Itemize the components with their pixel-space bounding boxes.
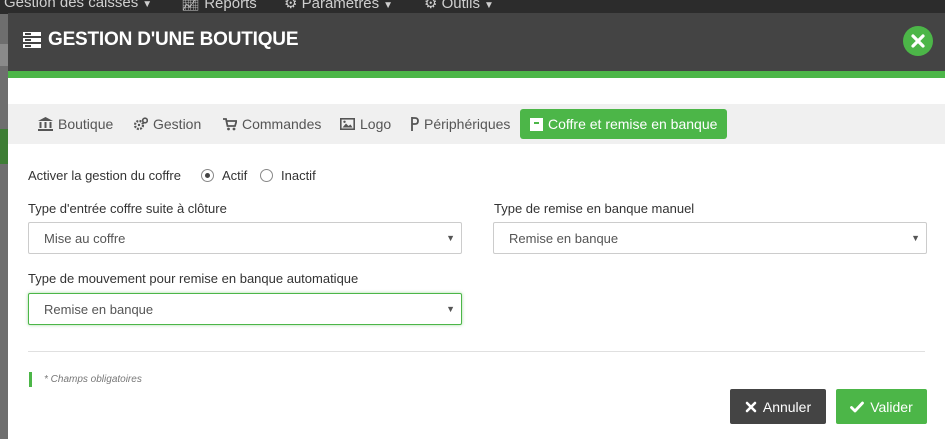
image-icon	[340, 118, 355, 130]
modal-title: GESTION D'UNE BOUTIQUE	[48, 29, 299, 50]
required-marker	[29, 372, 32, 387]
close-icon	[911, 34, 925, 48]
tab-label: Périphériques	[424, 116, 511, 132]
close-icon	[745, 401, 757, 412]
tab-label: Commandes	[242, 116, 322, 132]
check-icon	[850, 401, 865, 412]
tab-label: Logo	[360, 116, 392, 132]
remise-manuel-value: Remise en banque	[509, 230, 619, 246]
tab-boutique[interactable]: Boutique	[38, 109, 113, 139]
entree-coffre-value: Mise au coffre	[44, 230, 126, 246]
radio-actif[interactable]: Actif	[201, 168, 247, 183]
boutique-modal: GESTION D'UNE BOUTIQUE Boutique Gestion …	[8, 13, 945, 439]
close-button[interactable]	[903, 26, 933, 56]
tab-peripheriques[interactable]: Périphériques	[410, 109, 510, 139]
nav-label: Reports	[204, 0, 257, 12]
cancel-button[interactable]: Annuler	[730, 389, 826, 424]
tab-commandes[interactable]: Commandes	[223, 109, 321, 139]
nav-item-parametres[interactable]: ⚙ Paramètres ▼	[284, 0, 393, 12]
tab-label: Coffre et remise en banque	[548, 116, 718, 132]
remise-manuel-select[interactable]: Remise en banque ▼	[493, 222, 927, 254]
radio-actif-label: Actif	[222, 168, 248, 183]
plug-icon	[411, 117, 419, 131]
modal-title-wrap: GESTION D'UNE BOUTIQUE	[22, 29, 299, 51]
gears-icon	[134, 117, 148, 131]
coffre-label: Activer la gestion du coffre	[28, 168, 181, 183]
nav-item-reports[interactable]: 📈︎ Reports	[181, 0, 257, 12]
caret-down-icon: ▼	[911, 233, 920, 243]
cart-icon	[223, 117, 237, 130]
radio-inactif[interactable]: Inactif	[260, 168, 316, 183]
cancel-label: Annuler	[762, 398, 812, 415]
caret-down-icon: ▼	[483, 0, 494, 11]
form-divider	[28, 351, 925, 352]
archive-icon	[530, 117, 543, 131]
caret-down-icon: ▼	[142, 0, 153, 10]
validate-button[interactable]: Valider	[836, 389, 927, 424]
nav-label: Paramètres	[301, 0, 380, 12]
tab-gestion[interactable]: Gestion	[134, 109, 201, 139]
remise-manuel-label: Type de remise en banque manuel	[494, 201, 695, 216]
required-note: * Champs obligatoires	[44, 374, 142, 385]
caret-down-icon: ▼	[446, 233, 455, 243]
entree-coffre-select[interactable]: Mise au coffre ▼	[28, 222, 462, 254]
entree-coffre-label: Type d'entrée coffre suite à clôture	[28, 201, 227, 216]
tab-label: Gestion	[153, 116, 202, 132]
background-navbar: Gestion des caisses ▼ 📈︎ Reports ⚙ Paramè…	[0, 0, 945, 14]
radio-inactif-input[interactable]	[260, 169, 273, 182]
tab-logo[interactable]: Logo	[340, 109, 391, 139]
bank-icon	[38, 117, 53, 131]
nav-item-gestion-caisses[interactable]: Gestion des caisses ▼	[4, 0, 152, 11]
modal-header: GESTION D'UNE BOUTIQUE	[8, 13, 945, 71]
tab-bar: Boutique Gestion Commandes Logo Périphér…	[8, 104, 945, 144]
radio-inactif-label: Inactif	[281, 168, 316, 183]
radio-actif-input[interactable]	[201, 169, 214, 182]
nav-label: Gestion des caisses	[4, 0, 139, 11]
server-icon	[23, 32, 41, 48]
gear-icon: ⚙	[284, 0, 302, 12]
tab-coffre-remise[interactable]: Coffre et remise en banque	[520, 109, 728, 139]
caret-down-icon: ▼	[446, 304, 455, 314]
remise-auto-select[interactable]: Remise en banque ▼	[28, 293, 462, 325]
gear-icon: ⚙	[424, 0, 442, 12]
remise-auto-label: Type de mouvement pour remise en banque …	[28, 271, 359, 286]
chart-icon: 📈︎	[181, 0, 205, 12]
nav-label: Outils	[441, 0, 480, 12]
caret-down-icon: ▼	[383, 0, 394, 11]
tab-label: Boutique	[58, 116, 114, 132]
header-accent-bar	[8, 71, 945, 78]
nav-item-outils[interactable]: ⚙ Outils ▼	[424, 0, 494, 12]
remise-auto-value: Remise en banque	[44, 301, 154, 317]
validate-label: Valider	[870, 398, 913, 415]
